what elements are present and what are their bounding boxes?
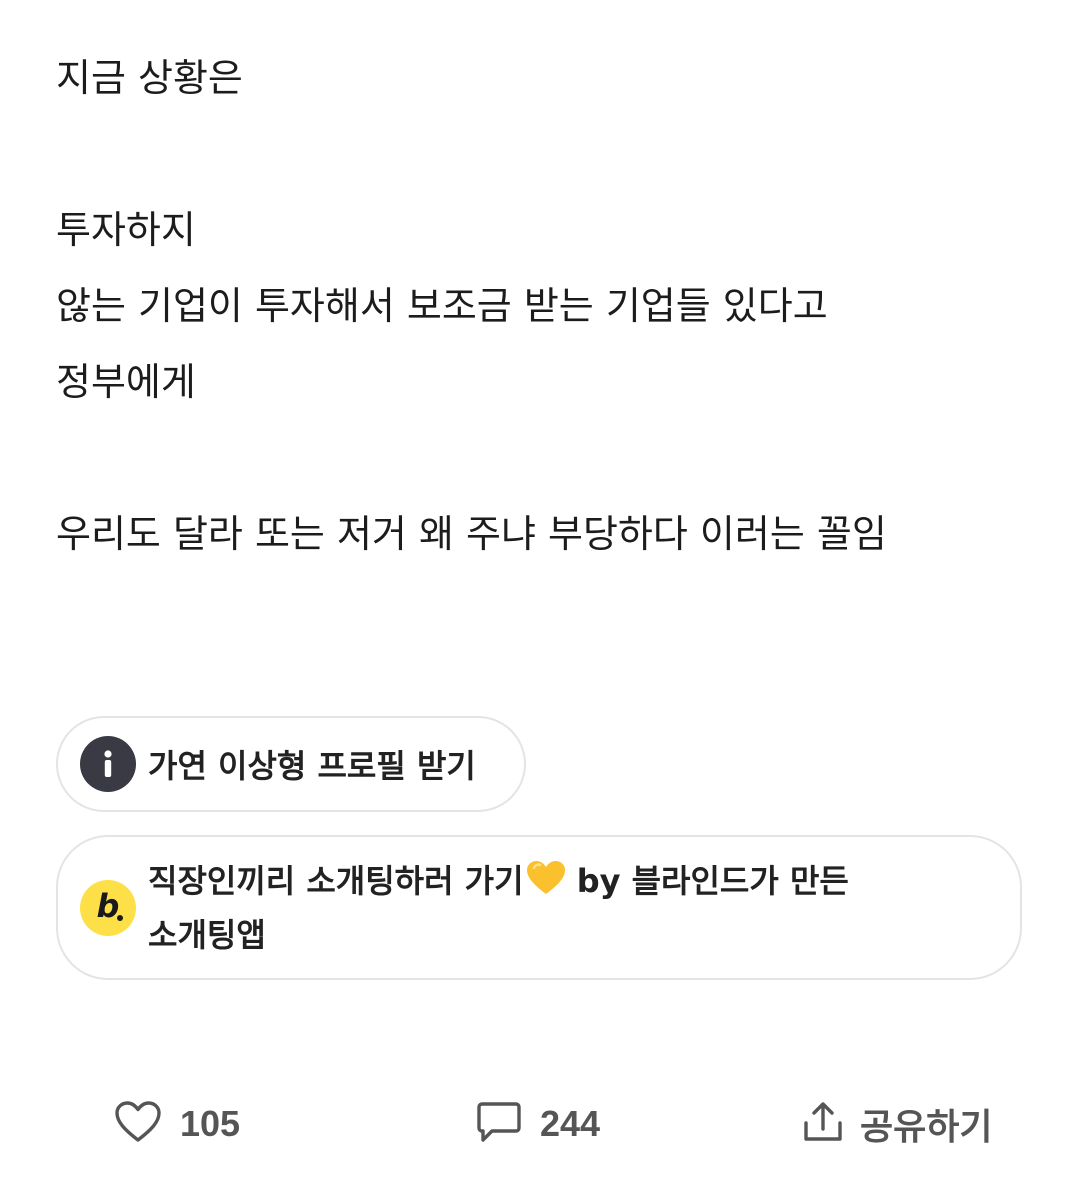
heart-outline-icon [114, 1100, 162, 1148]
dating-chip-label-line2: 소개팅앱 [148, 915, 266, 954]
comment-bubble-icon [476, 1100, 522, 1148]
like-count: 105 [180, 1103, 241, 1144]
share-label: 공유하기 [860, 1106, 993, 1147]
yellow-heart-icon [526, 860, 566, 910]
info-icon [80, 736, 136, 792]
post-line: 우리도 달라 또는 저거 왜 주냐 부당하다 이러는 꼴임 [56, 512, 887, 556]
like-button[interactable]: 105 [114, 1092, 240, 1156]
post-body: 지금 상황은 투자하지 않는 기업이 투자해서 보조금 받는 기업들 있다고 정… [56, 40, 1036, 572]
comment-button[interactable]: 244 [476, 1092, 600, 1156]
dating-chip-label-part2: by 블라인드가 만든 [565, 861, 849, 900]
dating-chip-text: 직장인끼리 소개팅하러 가기 by 블라인드가 만든 소개팅앱 [148, 856, 928, 960]
share-button[interactable]: 공유하기 [800, 1092, 992, 1156]
blind-b-logo-icon: b [80, 879, 136, 936]
profile-chip-label: 가연 이상형 프로필 받기 [148, 747, 476, 785]
dating-app-chip-button[interactable]: b 직장인끼리 소개팅하러 가기 by 블라인드가 만든 소개팅앱 [56, 835, 1022, 980]
post-line: 정부에게 [56, 360, 196, 404]
profile-chip-button[interactable]: 가연 이상형 프로필 받기 [56, 716, 526, 812]
post-line-empty [56, 116, 1036, 192]
post-action-bar: 105 244 공유하기 [0, 1092, 1080, 1156]
post-line: 않는 기업이 투자해서 보조금 받는 기업들 있다고 [56, 284, 828, 328]
post-line: 투자하지 [56, 208, 196, 252]
comment-count: 244 [540, 1103, 601, 1144]
dating-chip-label-part1: 직장인끼리 소개팅하러 가기 [148, 861, 524, 900]
share-upload-icon [800, 1099, 846, 1149]
post-line: 지금 상황은 [56, 56, 243, 100]
post-line-empty [56, 420, 1036, 496]
